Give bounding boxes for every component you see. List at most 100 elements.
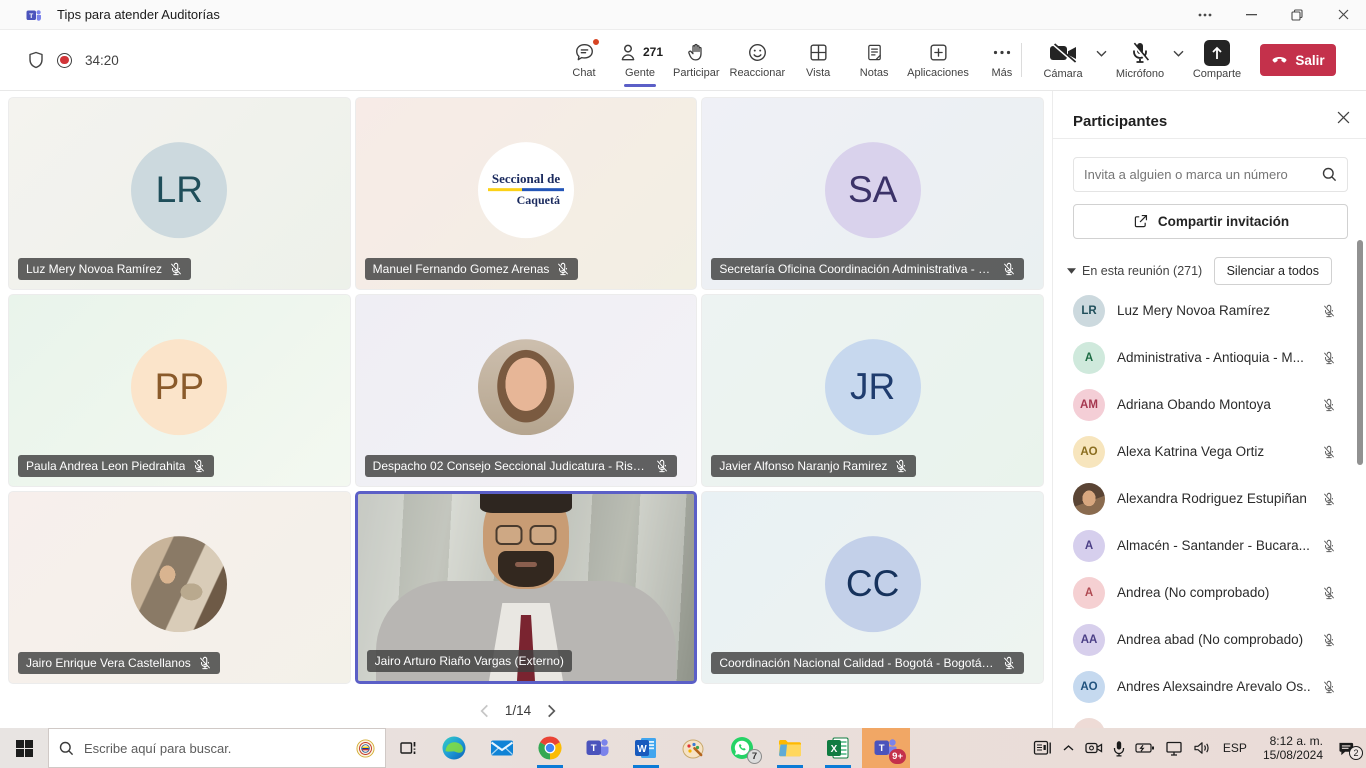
task-view-icon[interactable]	[386, 728, 430, 768]
mic-off-icon	[1322, 445, 1336, 459]
participant-avatar: AM	[1073, 389, 1105, 421]
logo-text: Caquetá	[517, 193, 560, 208]
video-tile[interactable]: Despacho 02 Consejo Seccional Judicatura…	[355, 294, 698, 487]
panel-scrollbar[interactable]	[1357, 240, 1363, 465]
participant-row[interactable]: AAlmacén - Santander - Bucara...	[1053, 522, 1366, 569]
recording-indicator-icon	[57, 53, 72, 68]
taskbar-app-chrome-icon[interactable]	[526, 728, 574, 768]
taskbar-app-teams-icon[interactable]: T	[574, 728, 622, 768]
chat-icon	[574, 41, 595, 63]
toolbar-item-vista[interactable]: Vista	[790, 30, 846, 90]
toolbar-item-participar[interactable]: Participar	[668, 30, 724, 90]
video-tile[interactable]: PPPaula Andrea Leon Piedrahita	[8, 294, 351, 487]
raise-hand-icon	[686, 41, 706, 63]
notifications-badge: 2	[1349, 746, 1363, 760]
leave-button[interactable]: Salir	[1260, 44, 1336, 76]
mic-off-icon	[198, 656, 212, 670]
participant-name: Alexa Katrina Vega Ortiz	[1117, 444, 1310, 459]
taskbar-clock[interactable]: 8:12 a. m. 15/08/2024	[1259, 734, 1327, 762]
taskbar-search-input[interactable]	[84, 741, 346, 756]
participant-avatar: AA	[1073, 624, 1105, 656]
device-comparte-button[interactable]: Comparte	[1191, 41, 1243, 80]
toolbar-item-label: Más	[992, 67, 1013, 79]
language-indicator[interactable]: ESP	[1221, 741, 1249, 755]
mic-tray-icon[interactable]	[1113, 740, 1125, 757]
network-tray-icon[interactable]	[1165, 741, 1183, 756]
camera-tray-icon[interactable]	[1085, 741, 1103, 755]
toolbar-item-label: Notas	[860, 67, 889, 79]
participant-row[interactable]: AAAndrea abad (No comprobado)	[1053, 616, 1366, 663]
participant-name: Adriana Obando Montoya	[1117, 397, 1310, 412]
participant-row[interactable]: AAdministrativa - Antioquia - M...	[1053, 334, 1366, 381]
search-icon	[59, 741, 74, 756]
participant-name: Secretaría Oficina Coordinación Administ…	[719, 262, 995, 276]
mic-off-icon	[1322, 633, 1336, 647]
chevron-down-icon[interactable]	[1173, 50, 1184, 57]
window-minimize-button[interactable]	[1228, 0, 1274, 29]
device-microfono-button[interactable]: Micrófono	[1114, 41, 1166, 80]
widgets-tray-icon[interactable]	[1033, 740, 1052, 756]
video-tile[interactable]: CCCoordinación Nacional Calidad - Bogotá…	[701, 491, 1044, 684]
window-close-button[interactable]	[1320, 0, 1366, 29]
participant-avatar	[1073, 483, 1105, 515]
svg-text:X: X	[831, 744, 838, 755]
meeting-timer: 34:20	[85, 53, 119, 68]
device-camara-button[interactable]: Cámara	[1037, 41, 1089, 80]
search-icon	[1322, 167, 1337, 182]
window-restore-button[interactable]	[1274, 0, 1320, 29]
page-next-icon[interactable]	[547, 704, 556, 718]
video-tile[interactable]: SASecretaría Oficina Coordinación Admini…	[701, 97, 1044, 290]
toolbar-item-reaccionar[interactable]: Reaccionar	[725, 30, 791, 90]
camera-off-icon	[1049, 41, 1078, 65]
toolbar-item-chat[interactable]: Chat	[556, 30, 612, 90]
collapse-triangle-icon[interactable]	[1067, 268, 1076, 274]
mute-all-button[interactable]: Silenciar a todos	[1214, 257, 1332, 285]
people-count-badge: 271	[643, 45, 663, 59]
toolbar-item-gente[interactable]: 271Gente	[612, 30, 668, 90]
app-badge: 7	[747, 749, 762, 764]
invite-search-input[interactable]	[1084, 167, 1322, 182]
battery-tray-icon[interactable]	[1135, 742, 1155, 754]
participant-list: LRLuz Mery Novoa RamírezAAdministrativa …	[1053, 287, 1366, 728]
panel-close-icon[interactable]	[1337, 111, 1350, 132]
notes-icon	[865, 41, 884, 63]
taskbar-app-mail-icon[interactable]	[478, 728, 526, 768]
participant-row[interactable]: AOAndres Alexsaindre Arevalo Os...	[1053, 663, 1366, 710]
taskbar-app-word-icon[interactable]: W	[622, 728, 670, 768]
toolbar-item-notas[interactable]: Notas	[846, 30, 902, 90]
participant-name: Manuel Fernando Gomez Arenas	[373, 262, 550, 276]
taskbar-search-field[interactable]	[48, 728, 386, 768]
invite-search-field[interactable]	[1073, 157, 1348, 192]
start-button[interactable]	[0, 728, 48, 768]
page-previous-icon[interactable]	[480, 704, 489, 718]
taskbar-app-edge-icon[interactable]	[430, 728, 478, 768]
participant-row[interactable]: LRLuz Mery Novoa Ramírez	[1053, 287, 1366, 334]
mic-off-icon	[1322, 539, 1336, 553]
window-more-button[interactable]	[1182, 0, 1228, 29]
participant-row[interactable]: AOAlexa Katrina Vega Ortiz	[1053, 428, 1366, 475]
participant-row[interactable]: AAndrea (No comprobado)	[1053, 569, 1366, 616]
chevron-up-tray-icon[interactable]	[1062, 744, 1075, 752]
notifications-icon[interactable]: 2	[1337, 740, 1357, 757]
video-tile[interactable]: Jairo Arturo Riaño Vargas (Externo)	[355, 491, 698, 684]
participant-row[interactable]: AM Adriana Obando Montoya	[1053, 381, 1366, 428]
video-tile[interactable]: JRJavier Alfonso Naranjo Ramirez	[701, 294, 1044, 487]
leave-button-label: Salir	[1295, 53, 1324, 68]
taskbar-app-teams-icon[interactable]: T9+	[862, 728, 910, 768]
taskbar-app-whatsapp-icon[interactable]: 7	[718, 728, 766, 768]
participant-row[interactable]: Alexandra Rodriguez Estupiñan	[1053, 475, 1366, 522]
apps-plus-icon	[928, 41, 949, 63]
share-invitation-button[interactable]: Compartir invitación	[1073, 204, 1348, 239]
taskbar-app-paint-icon[interactable]	[670, 728, 718, 768]
video-tile[interactable]: Jairo Enrique Vera Castellanos	[8, 491, 351, 684]
video-tile[interactable]: Seccional deCaquetáManuel Fernando Gomez…	[355, 97, 698, 290]
volume-tray-icon[interactable]	[1193, 741, 1211, 755]
taskbar-app-excel-icon[interactable]: X	[814, 728, 862, 768]
video-tile[interactable]: LRLuz Mery Novoa Ramírez	[8, 97, 351, 290]
mic-off-icon	[1322, 351, 1336, 365]
toolbar-item-aplicaciones[interactable]: Aplicaciones	[902, 30, 974, 90]
participant-avatar: LR	[131, 142, 227, 238]
participant-avatar: PP	[131, 339, 227, 435]
taskbar-app-explorer-icon[interactable]	[766, 728, 814, 768]
chevron-down-icon[interactable]	[1096, 50, 1107, 57]
